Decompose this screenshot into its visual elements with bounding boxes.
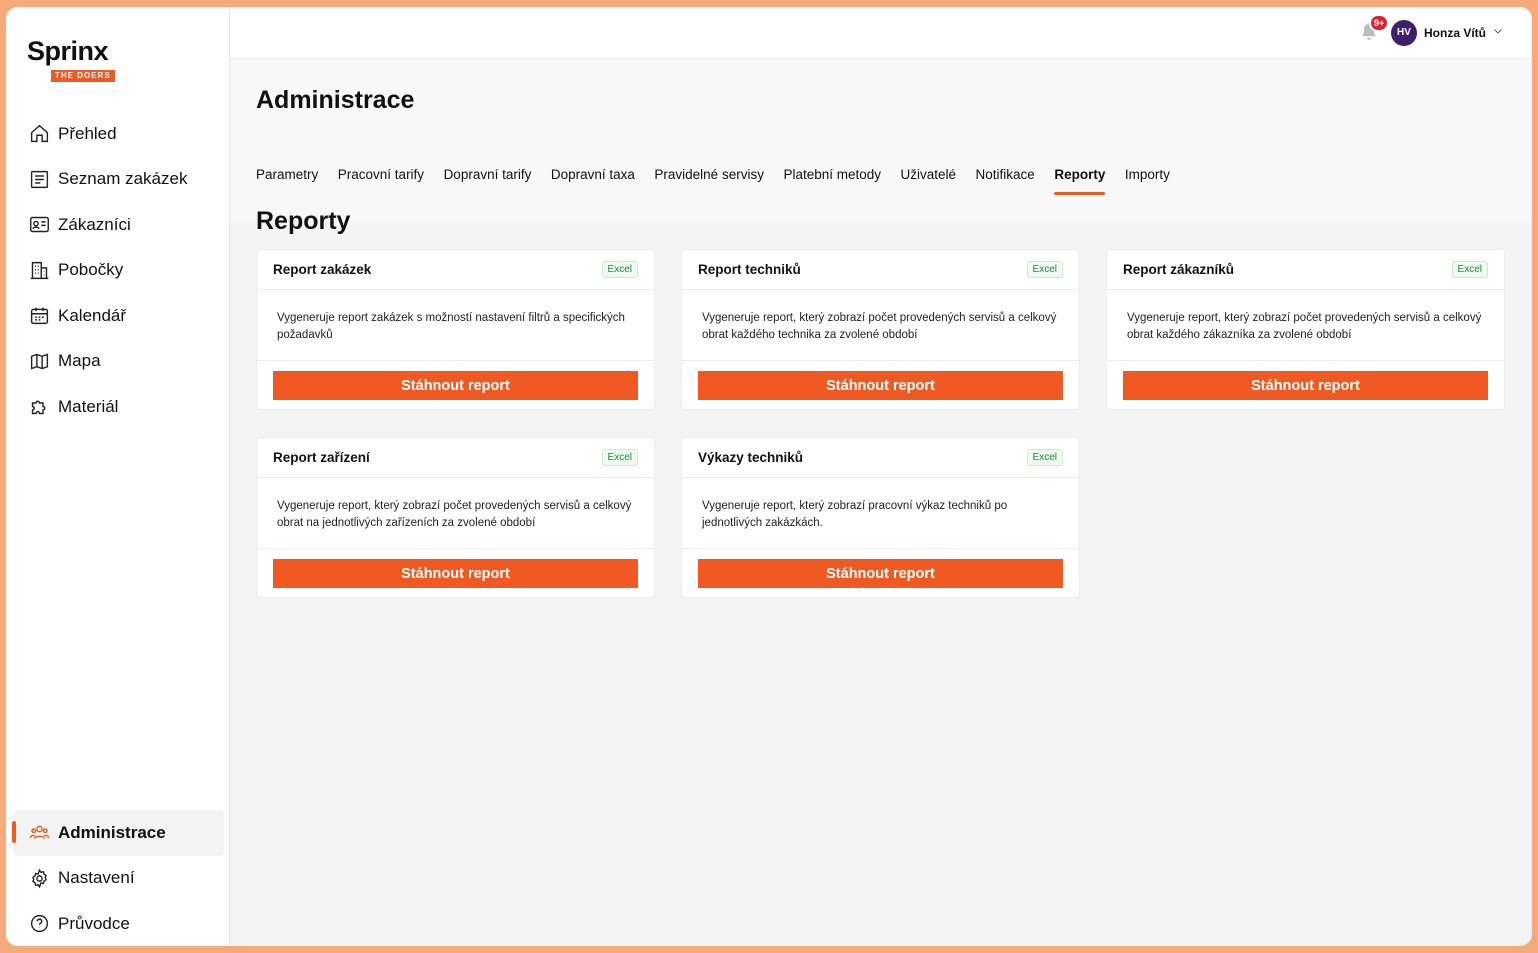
gear-icon (28, 867, 50, 889)
help-icon (28, 913, 50, 935)
sidebar-item-seznam-zakazek[interactable]: Seznam zakázek (14, 157, 224, 203)
home-icon (28, 123, 50, 145)
sidebar-item-label: Přehled (58, 123, 117, 143)
sidebar-item-label: Administrace (58, 822, 166, 842)
card-footer: Stáhnout report (257, 549, 654, 598)
sidebar-item-pruvodce[interactable]: Průvodce (14, 901, 224, 946)
tab-dopravni-taxa[interactable]: Dopravní taxa (551, 167, 635, 195)
card-title: Report zařízení (273, 450, 370, 465)
reports-grid: Report zakázek Excel Vygeneruje report z… (256, 249, 1506, 598)
download-report-button[interactable]: Stáhnout report (273, 559, 638, 588)
report-card-vykazy: Výkazy techniků Excel Vygeneruje report,… (681, 437, 1080, 598)
card-header: Výkazy techniků Excel (682, 438, 1079, 478)
sidebar-item-administrace[interactable]: Administrace (12, 810, 224, 856)
card-title: Výkazy techniků (698, 450, 804, 465)
card-footer: Stáhnout report (682, 361, 1079, 410)
card-footer: Stáhnout report (257, 361, 654, 410)
tab-pravidelne-servisy[interactable]: Pravidelné servisy (654, 167, 764, 195)
format-badge: Excel (1026, 261, 1063, 278)
puzzle-icon (28, 396, 50, 418)
card-description: Vygeneruje report, který zobrazí počet p… (1107, 290, 1504, 361)
card-title: Report techniků (698, 262, 801, 277)
sidebar-item-label: Zákazníci (58, 214, 131, 234)
sidebar-item-prehled[interactable]: Přehled (14, 111, 224, 157)
sidebar-nav: Přehled Seznam zakázek Zákazníci Pobočky… (14, 111, 224, 430)
card-header: Report zákazníků Excel (1107, 250, 1504, 290)
building-icon (28, 259, 50, 281)
map-icon (28, 350, 50, 372)
card-footer: Stáhnout report (1107, 361, 1504, 410)
card-header: Report zakázek Excel (257, 250, 654, 290)
sidebar-item-label: Kalendář (58, 305, 127, 325)
admin-tabs: Parametry Pracovní tarify Dopravní tarif… (256, 167, 1189, 195)
tab-parametry[interactable]: Parametry (256, 167, 318, 195)
card-footer: Stáhnout report (682, 549, 1079, 598)
notifications-button[interactable]: 9+ (1359, 13, 1390, 44)
format-badge: Excel (1451, 261, 1488, 278)
report-card-zarizeni: Report zařízení Excel Vygeneruje report,… (256, 437, 655, 598)
card-header: Report zařízení Excel (257, 438, 654, 478)
logo-tagline: THE DOERS (51, 70, 115, 82)
card-description: Vygeneruje report, který zobrazí pracovn… (682, 478, 1079, 549)
sidebar-item-label: Pobočky (58, 260, 124, 280)
chevron-down-icon[interactable] (1492, 24, 1504, 42)
format-badge: Excel (1026, 449, 1063, 466)
format-badge: Excel (601, 449, 638, 466)
sidebar-item-label: Průvodce (58, 913, 130, 933)
page-title: Administrace (256, 86, 415, 114)
section-title: Reporty (256, 207, 351, 235)
main-area: 9+ HV Honza Vítů Administrace Parametry … (230, 7, 1532, 946)
tab-dopravni-tarify[interactable]: Dopravní tarify (444, 167, 532, 195)
card-title: Report zákazníků (1123, 262, 1235, 277)
sidebar: Sprinx THE DOERS Přehled Seznam zakázek … (6, 7, 230, 946)
top-bar: 9+ HV Honza Vítů (230, 7, 1532, 59)
download-report-button[interactable]: Stáhnout report (273, 371, 638, 400)
logo[interactable]: Sprinx THE DOERS (27, 37, 115, 83)
card-description: Vygeneruje report, který zobrazí počet p… (257, 478, 654, 549)
sidebar-nav-bottom: Administrace Nastavení Průvodce (12, 810, 224, 946)
app-window: Sprinx THE DOERS Přehled Seznam zakázek … (6, 7, 1532, 946)
calendar-icon (28, 305, 50, 327)
sidebar-item-material[interactable]: Materiál (14, 384, 224, 430)
tab-notifikace[interactable]: Notifikace (976, 167, 1035, 195)
sidebar-item-label: Seznam zakázek (58, 169, 188, 189)
id-card-icon (28, 214, 50, 236)
download-report-button[interactable]: Stáhnout report (698, 371, 1063, 400)
notification-badge: 9+ (1369, 13, 1390, 32)
page-header: Administrace Parametry Pracovní tarify D… (230, 59, 1532, 221)
tab-uzivatele[interactable]: Uživatelé (901, 167, 957, 195)
tab-platebni-metody[interactable]: Platební metody (783, 167, 881, 195)
sidebar-item-kalendar[interactable]: Kalendář (14, 293, 224, 339)
report-card-zakazky: Report zakázek Excel Vygeneruje report z… (256, 249, 655, 410)
avatar[interactable]: HV (1391, 19, 1417, 46)
tab-pracovni-tarify[interactable]: Pracovní tarify (338, 167, 424, 195)
card-title: Report zakázek (273, 262, 372, 277)
tab-importy[interactable]: Importy (1125, 167, 1170, 195)
sidebar-item-label: Materiál (58, 396, 119, 416)
sidebar-item-label: Nastavení (58, 868, 135, 888)
user-name[interactable]: Honza Vítů (1424, 26, 1486, 40)
logo-wordmark: Sprinx (27, 36, 109, 66)
tab-reporty[interactable]: Reporty (1054, 167, 1106, 195)
card-header: Report techniků Excel (682, 250, 1079, 290)
sidebar-item-zakaznici[interactable]: Zákazníci (14, 202, 224, 248)
format-badge: Excel (601, 261, 638, 278)
sidebar-item-mapa[interactable]: Mapa (14, 339, 224, 385)
report-card-zakaznici: Report zákazníků Excel Vygeneruje report… (1106, 249, 1505, 410)
sidebar-item-nastaveni[interactable]: Nastavení (14, 856, 224, 902)
report-card-technici: Report techniků Excel Vygeneruje report,… (681, 249, 1080, 410)
download-report-button[interactable]: Stáhnout report (698, 559, 1063, 588)
list-icon (28, 168, 50, 190)
card-description: Vygeneruje report, který zobrazí počet p… (682, 290, 1079, 361)
users-icon (28, 822, 50, 844)
sidebar-item-pobocky[interactable]: Pobočky (14, 248, 224, 294)
sidebar-item-label: Mapa (58, 351, 101, 371)
card-description: Vygeneruje report zakázek s možností nas… (257, 290, 654, 361)
reports-section: Reporty Report zakázek Excel Vygeneruje … (256, 207, 1506, 598)
download-report-button[interactable]: Stáhnout report (1123, 371, 1488, 400)
